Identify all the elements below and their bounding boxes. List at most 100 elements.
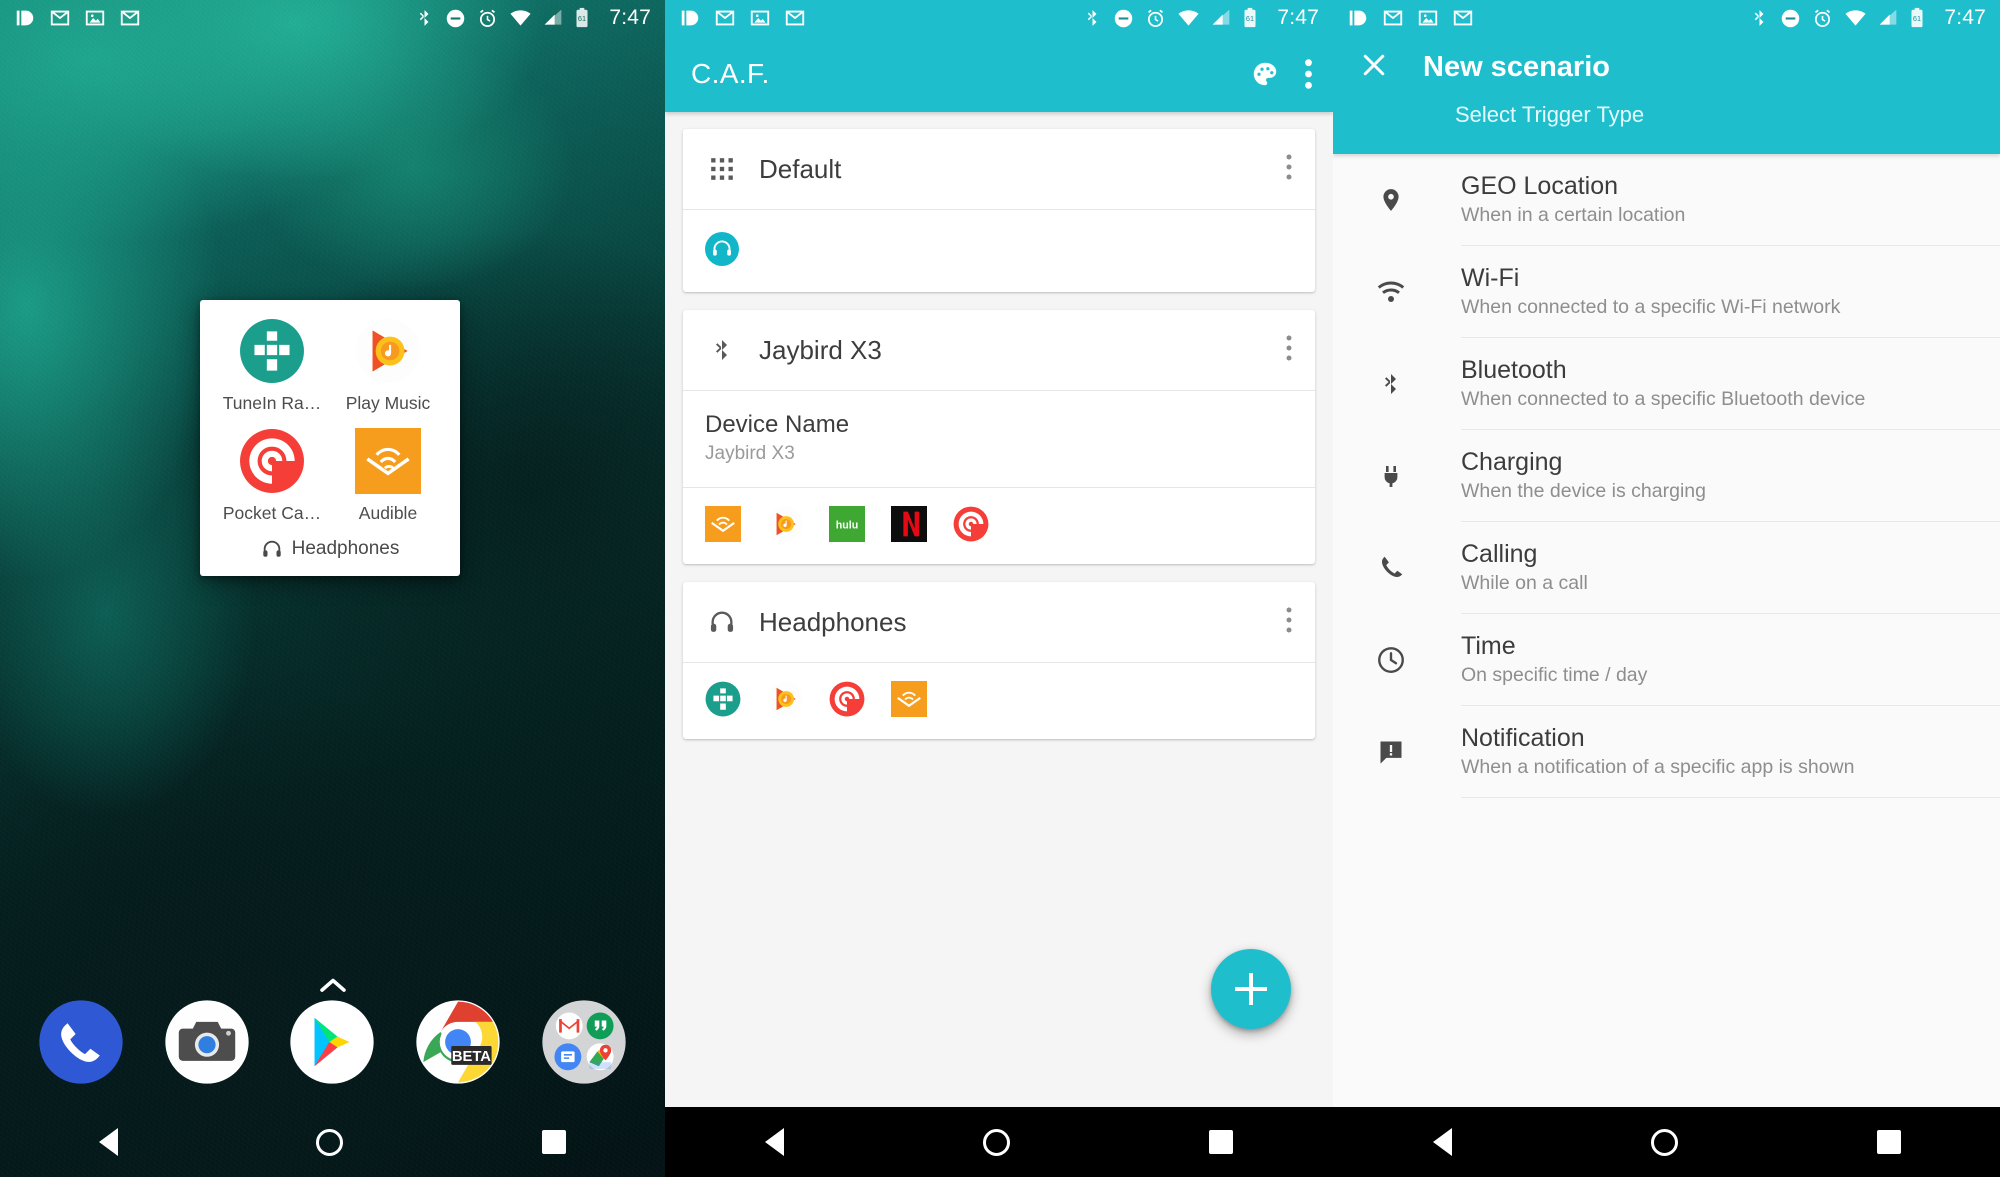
photos-icon	[85, 10, 105, 26]
scenario-card-list: Default Jaybird X3 Device Name Jaybird X…	[665, 112, 1333, 739]
trigger-subtitle: While on a call	[1461, 572, 1588, 595]
audible-icon[interactable]	[705, 506, 741, 542]
card-title: Default	[759, 153, 842, 184]
popup-footer-headphones[interactable]: Headphones	[214, 530, 446, 566]
nav-back-button[interactable]	[764, 1128, 784, 1156]
card-overflow-button[interactable]	[1285, 333, 1293, 368]
popup-app-play-music[interactable]: Play Music	[330, 318, 446, 414]
card-header: Default	[683, 129, 1315, 209]
battery-icon: 61	[1911, 7, 1923, 28]
battery-percent: 61	[1246, 14, 1254, 23]
play-music-icon[interactable]	[767, 681, 803, 717]
tunein-radio-icon[interactable]	[705, 681, 741, 717]
trigger-item-charging[interactable]: Charging When the device is charging	[1333, 430, 2000, 521]
trigger-title: Calling	[1461, 539, 1538, 568]
nav-back-button[interactable]	[1432, 1128, 1452, 1156]
scenario-card-default[interactable]: Default	[683, 129, 1315, 292]
card-overflow-button[interactable]	[1285, 152, 1293, 187]
dock-item-camera[interactable]	[164, 999, 250, 1085]
netflix-icon[interactable]	[891, 506, 927, 542]
popup-app-audible[interactable]: Audible	[330, 428, 446, 524]
battery-percent: 61	[578, 14, 586, 23]
navigation-bar	[1333, 1107, 2000, 1177]
popup-app-grid: TuneIn Ra… Play Music Pocket Ca… Audible	[214, 318, 446, 524]
trigger-item-geo-location[interactable]: GEO Location When in a certain location	[1333, 154, 2000, 245]
nav-recents-button[interactable]	[1209, 1130, 1234, 1154]
add-scenario-fab[interactable]	[1211, 949, 1291, 1029]
status-bar: 61 7:47	[0, 0, 665, 36]
hulu-icon[interactable]: hulu	[829, 506, 865, 542]
card-app-strip	[683, 663, 1315, 739]
nav-home-button[interactable]	[316, 1128, 344, 1156]
trigger-text: Bluetooth When connected to a specific B…	[1461, 344, 1865, 424]
headphones-circle-icon[interactable]	[705, 232, 739, 266]
chrome-beta-icon: BETA	[416, 1000, 500, 1084]
popup-app-label: Pocket Ca…	[222, 503, 322, 523]
more-vert-icon[interactable]	[1304, 57, 1313, 91]
popup-app-pocket-casts[interactable]: Pocket Ca…	[214, 428, 330, 524]
page-subtitle: Select Trigger Type	[1455, 102, 1645, 127]
do-not-disturb-icon	[447, 9, 465, 27]
nav-recents-button[interactable]	[541, 1130, 566, 1154]
card-header: Headphones	[683, 582, 1315, 662]
dock-item-play-store[interactable]	[289, 999, 375, 1085]
signal-icon	[1879, 9, 1897, 25]
trigger-item-notification[interactable]: Notification When a notification of a sp…	[1333, 706, 2000, 797]
bluetooth-icon	[1369, 368, 1413, 400]
bluetooth-icon	[420, 10, 429, 26]
do-not-disturb-icon	[1782, 9, 1800, 27]
page-title: New scenario	[1423, 50, 1610, 83]
trigger-item-wifi[interactable]: Wi-Fi When connected to a specific Wi-Fi…	[1333, 246, 2000, 337]
wifi-icon	[1369, 279, 1413, 305]
dock-item-google-folder[interactable]	[541, 999, 627, 1085]
trigger-subtitle: When in a certain location	[1461, 204, 1686, 227]
nav-back-button[interactable]	[99, 1128, 119, 1156]
battery-icon: 61	[1244, 7, 1256, 28]
phone-panel-caf-app: 61 7:47 C.A.F. Default Jaybird X3 Device…	[665, 0, 1333, 1177]
pushbullet-icon	[1349, 10, 1367, 26]
three-phone-screenshots: 61 7:47 TuneIn Ra… Play Music Pocket Ca……	[0, 0, 2000, 1177]
more-vert-icon	[1286, 607, 1292, 632]
battery-percent: 61	[1913, 14, 1921, 23]
status-bar: 61 7:47	[665, 0, 1333, 36]
gmail-icon	[715, 10, 735, 26]
dock-item-chrome-beta[interactable]: BETA	[415, 999, 501, 1085]
plus-icon-vertical	[1249, 973, 1253, 1005]
popup-app-label: Play Music	[345, 393, 431, 413]
card-overflow-button[interactable]	[1285, 605, 1293, 640]
pushbullet-icon	[16, 10, 34, 26]
wifi-icon	[1845, 10, 1866, 26]
divider	[1461, 797, 2000, 798]
phone-call-icon	[1369, 554, 1413, 582]
scenario-card-headphones[interactable]: Headphones	[683, 582, 1315, 739]
status-bar-system-icons: 61 7:47	[1083, 6, 1319, 30]
trigger-item-calling[interactable]: Calling While on a call	[1333, 522, 2000, 613]
trigger-text: Notification When a notification of a sp…	[1461, 712, 1854, 792]
nav-home-button[interactable]	[1650, 1128, 1678, 1156]
pocket-casts-icon[interactable]	[829, 681, 865, 717]
trigger-item-bluetooth[interactable]: Bluetooth When connected to a specific B…	[1333, 338, 2000, 429]
signal-icon	[544, 9, 562, 25]
card-title: Headphones	[759, 606, 907, 637]
nav-recents-button[interactable]	[1876, 1130, 1901, 1154]
nav-home-button[interactable]	[982, 1128, 1010, 1156]
device-name-row[interactable]: Device Name Jaybird X3	[683, 391, 1315, 487]
card-app-strip: hulu	[683, 488, 1315, 564]
pushbullet-icon	[681, 10, 699, 26]
dock-item-phone[interactable]	[38, 999, 124, 1085]
pocket-casts-icon[interactable]	[953, 506, 989, 542]
audible-icon	[355, 428, 421, 494]
audible-icon[interactable]	[891, 681, 927, 717]
popup-app-tunein[interactable]: TuneIn Ra…	[214, 318, 330, 414]
play-music-icon[interactable]	[767, 506, 803, 542]
palette-icon[interactable]	[1250, 59, 1280, 89]
power-plug-icon	[1369, 460, 1413, 492]
scenario-card-jaybird-x3[interactable]: Jaybird X3 Device Name Jaybird X3 hulu	[683, 310, 1315, 564]
battery-icon: 61	[576, 7, 588, 28]
trigger-item-time[interactable]: Time On specific time / day	[1333, 614, 2000, 705]
card-header: Jaybird X3	[683, 310, 1315, 390]
gmail-icon	[1383, 10, 1403, 26]
alarm-icon	[1148, 9, 1164, 27]
clock-icon	[1369, 645, 1413, 675]
close-button[interactable]	[1359, 50, 1389, 85]
